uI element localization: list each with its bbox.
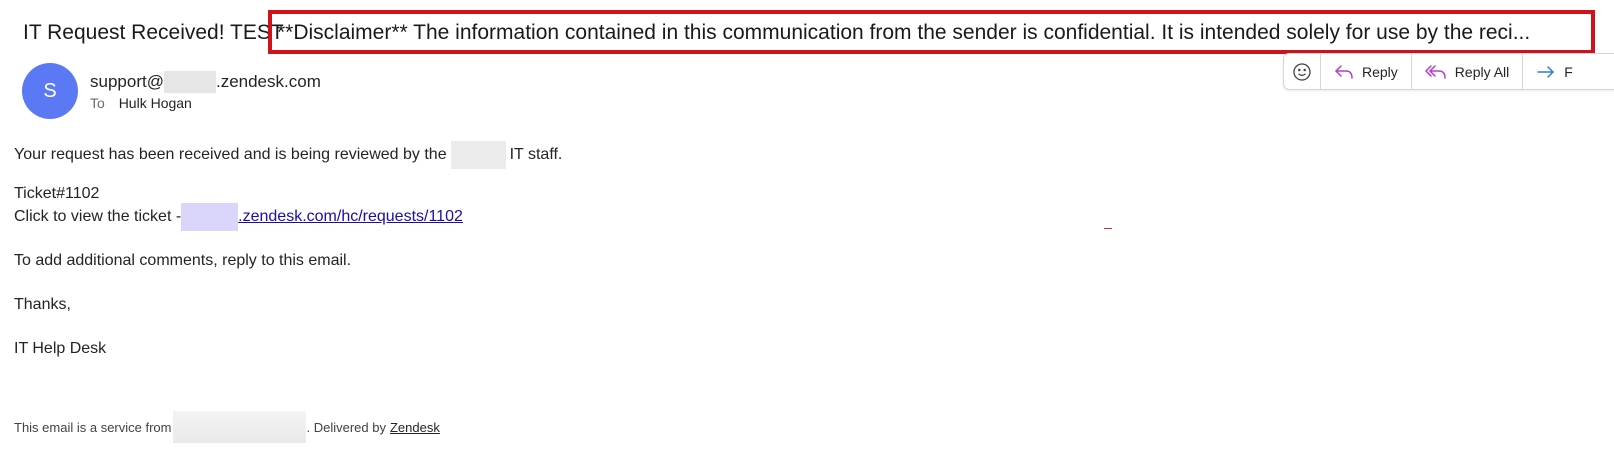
body-review-text: Your request has been received and is be…	[14, 146, 447, 164]
body-signature: IT Help Desk	[14, 340, 107, 357]
view-ticket-prefix: Click to view the ticket -	[14, 208, 182, 225]
reply-button[interactable]: Reply	[1321, 54, 1412, 89]
react-button[interactable]	[1284, 54, 1321, 89]
redacted-company	[173, 411, 307, 443]
message-action-bar: Reply Reply All F	[1283, 53, 1614, 90]
footer: This email is a service from . Delivered…	[14, 411, 440, 443]
forward-label: F	[1564, 63, 1573, 80]
redacted-link-subdomain	[181, 203, 239, 231]
body-line-review: Your request has been received and is be…	[14, 141, 562, 169]
body-comments: To add additional comments, reply to thi…	[14, 252, 352, 269]
redacted-domain	[163, 71, 216, 93]
stray-mark	[1104, 228, 1112, 229]
forward-button[interactable]: F	[1523, 54, 1586, 89]
subject-disclaimer-highlight: **Disclaimer** The information contained…	[268, 10, 1595, 54]
redacted-org-name	[450, 141, 506, 169]
recipient-name[interactable]: Hulk Hogan	[119, 95, 192, 111]
ticket-link[interactable]: .zendesk.com/hc/requests/1102	[238, 208, 463, 226]
sender-address-prefix: support@	[90, 72, 164, 91]
email-subject: IT Request Received! TEST **Disclaimer**…	[0, 10, 1614, 56]
zendesk-link[interactable]: Zendesk	[390, 420, 440, 435]
ticket-number: Ticket#1102	[14, 185, 100, 202]
subject-prefix: IT Request Received! TEST	[23, 21, 284, 44]
avatar-initial: S	[43, 79, 57, 102]
to-label: To	[90, 95, 105, 111]
reply-label: Reply	[1362, 63, 1398, 80]
reply-all-label: Reply All	[1454, 63, 1510, 80]
reply-icon	[1334, 63, 1354, 81]
body-thanks: Thanks,	[14, 296, 71, 313]
sender-address-suffix: .zendesk.com	[215, 72, 321, 91]
footer-delivered: . Delivered by	[306, 419, 386, 435]
forward-icon	[1536, 63, 1556, 81]
sender-avatar[interactable]: S	[22, 63, 78, 119]
smiley-icon	[1292, 62, 1312, 82]
body-line-view-ticket: Click to view the ticket - .zendesk.com/…	[14, 203, 463, 231]
reply-all-icon	[1425, 63, 1447, 81]
recipient-line: To Hulk Hogan	[90, 95, 192, 111]
body-review-text-end: IT staff.	[509, 146, 563, 164]
reply-all-button[interactable]: Reply All	[1412, 54, 1524, 89]
subject-disclaimer: **Disclaimer** The information contained…	[277, 21, 1531, 44]
footer-prefix: This email is a service from	[14, 419, 172, 435]
sender-address[interactable]: support@ .zendesk.com	[90, 71, 321, 93]
